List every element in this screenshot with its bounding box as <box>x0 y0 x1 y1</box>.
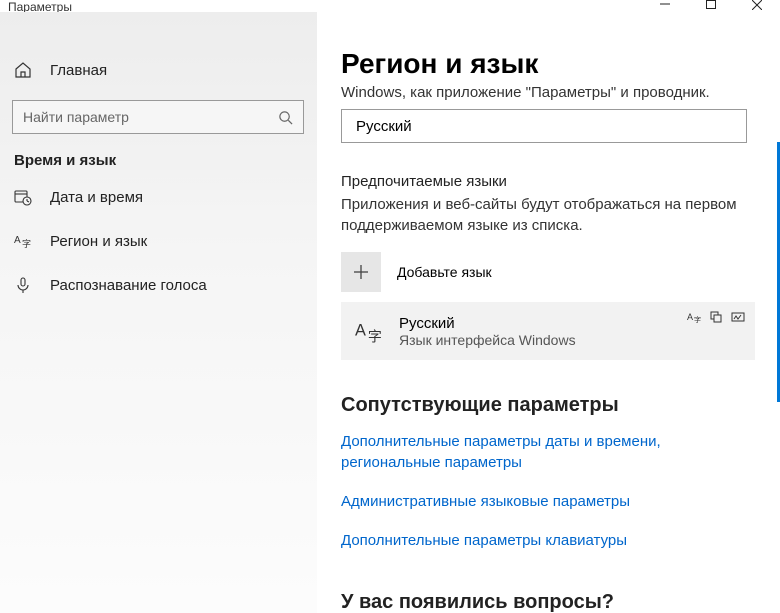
sidebar: Главная Время и язык Дата и время <box>0 12 317 613</box>
related-settings-header: Сопутствующие параметры <box>341 394 756 417</box>
nav-label: Распознавание голоса <box>50 277 207 294</box>
text-to-speech-icon: A字 <box>687 310 701 324</box>
display-language-dropdown[interactable]: Русский <box>341 109 747 143</box>
search-icon <box>278 110 293 125</box>
home-icon <box>14 61 32 79</box>
language-icon: A 字 <box>355 317 383 345</box>
close-button[interactable] <box>734 0 780 12</box>
page-title: Регион и язык <box>341 48 756 80</box>
content-pane: Регион и язык Windows, как приложение "П… <box>317 12 780 613</box>
link-admin-language[interactable]: Административные языковые параметры <box>341 491 751 512</box>
add-language-row[interactable]: Добавьте язык <box>341 250 756 294</box>
minimize-button[interactable] <box>642 0 688 12</box>
nav-speech[interactable]: Распознавание голоса <box>0 263 316 307</box>
svg-text:字: 字 <box>694 315 701 324</box>
caption-buttons <box>642 0 780 12</box>
nav-label: Регион и язык <box>50 233 147 250</box>
nav-label: Дата и время <box>50 189 143 206</box>
link-additional-keyboard[interactable]: Дополнительные параметры клавиатуры <box>341 530 751 551</box>
handwriting-icon <box>731 310 745 324</box>
svg-text:A: A <box>687 312 693 322</box>
calendar-clock-icon <box>14 188 32 206</box>
svg-text:字: 字 <box>368 329 382 345</box>
microphone-icon <box>14 276 32 294</box>
home-label: Главная <box>50 62 107 79</box>
maximize-button[interactable] <box>688 0 734 12</box>
speech-recognition-icon <box>709 310 723 324</box>
display-language-desc: Windows, как приложение "Параметры" и пр… <box>341 84 756 101</box>
plus-icon <box>341 252 381 292</box>
search-box[interactable] <box>12 100 304 134</box>
language-name: Русский <box>399 315 576 332</box>
language-info: Русский Язык интерфейса Windows <box>399 315 576 348</box>
nav-date-time[interactable]: Дата и время <box>0 175 316 219</box>
svg-text:字: 字 <box>22 238 31 249</box>
preferred-languages-header: Предпочитаемые языки <box>341 173 756 190</box>
home-nav[interactable]: Главная <box>0 48 316 92</box>
nav-region-language[interactable]: A 字 Регион и язык <box>0 219 316 263</box>
link-additional-date-region[interactable]: Дополнительные параметры даты и времени,… <box>341 431 751 473</box>
add-language-label: Добавьте язык <box>397 264 492 280</box>
svg-text:A: A <box>14 235 21 246</box>
search-input[interactable] <box>23 109 278 125</box>
category-header: Время и язык <box>0 134 316 175</box>
language-icon: A 字 <box>14 232 32 250</box>
language-feature-icons: A字 <box>687 310 745 324</box>
search-wrap <box>0 100 316 134</box>
preferred-languages-desc: Приложения и веб-сайты будут отображатьс… <box>341 194 741 236</box>
titlebar: Параметры <box>0 0 780 12</box>
language-card[interactable]: A 字 Русский Язык интерфейса Windows A字 <box>341 302 755 360</box>
dropdown-value: Русский <box>356 118 412 135</box>
language-subtitle: Язык интерфейса Windows <box>399 332 576 348</box>
svg-text:A: A <box>355 322 366 340</box>
questions-header: У вас появились вопросы? <box>341 591 756 613</box>
